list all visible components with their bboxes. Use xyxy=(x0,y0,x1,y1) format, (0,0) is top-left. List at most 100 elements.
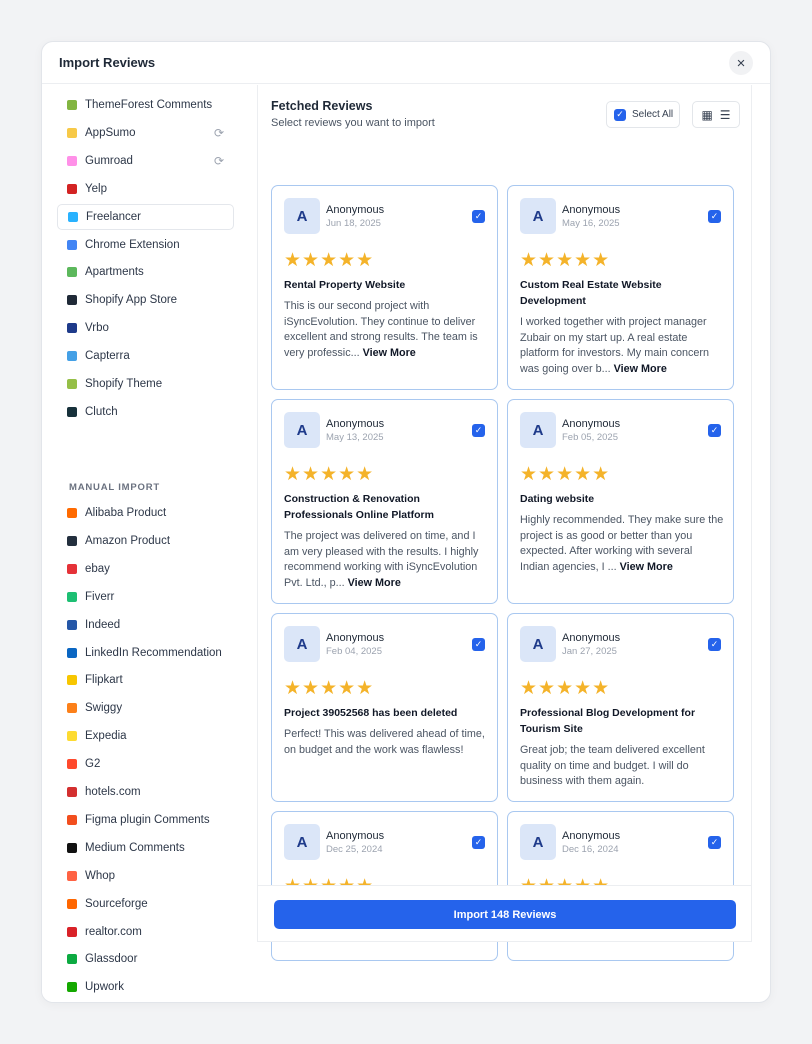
review-select-checkbox[interactable]: ✓ xyxy=(472,210,485,223)
import-reviews-button[interactable]: Import 148 Reviews xyxy=(274,900,736,929)
sidebar-item-indeed[interactable]: Indeed xyxy=(57,612,234,638)
review-body: The project was delivered on time, and I… xyxy=(284,529,488,591)
review-select-checkbox[interactable]: ✓ xyxy=(472,424,485,437)
sidebar-item-label: Capterra xyxy=(85,350,130,363)
sidebar-item-ebay[interactable]: ebay xyxy=(57,556,234,582)
close-button[interactable]: × xyxy=(729,51,753,75)
sidebar-item-linkedin-recommendation[interactable]: LinkedIn Recommendation xyxy=(57,640,234,666)
view-more-link[interactable]: View More xyxy=(363,347,416,359)
view-more-link[interactable]: View More xyxy=(614,363,667,375)
review-card[interactable]: A Anonymous Jun 18, 2025 ✓ ★★★★★ Rental Prope… xyxy=(271,185,498,390)
avatar: A xyxy=(520,626,556,662)
review-date: Jan 27, 2025 xyxy=(562,646,617,657)
sidebar-item-upwork[interactable]: Upwork xyxy=(57,974,234,1000)
sidebar-item-label: Expedia xyxy=(85,730,127,743)
review-date: Feb 05, 2025 xyxy=(562,432,618,443)
sidebar-item-themeforest-comments[interactable]: ThemeForest Comments xyxy=(57,92,234,118)
manual-import-heading: MANUAL IMPORT xyxy=(69,482,160,493)
sidebar-item-label: AppSumo xyxy=(85,126,136,139)
select-all-button[interactable]: ✓ Select All xyxy=(606,101,680,128)
sidebar-item-label: ThemeForest Comments xyxy=(85,99,213,111)
review-author: Anonymous xyxy=(562,830,621,842)
sourceforge-icon xyxy=(67,898,77,909)
sidebar-item-realtor-com[interactable]: realtor.com xyxy=(57,919,234,945)
avatar: A xyxy=(284,412,320,448)
list-view-icon[interactable]: ☰ xyxy=(720,109,731,121)
sidebar-item-amazon-product[interactable]: Amazon Product xyxy=(57,528,234,554)
review-body: This is our second project with iSyncEvo… xyxy=(284,299,488,361)
hotels-icon xyxy=(67,787,77,797)
sidebar-item-label: Flipkart xyxy=(85,674,123,687)
sidebar-item-fiverr[interactable]: Fiverr xyxy=(57,584,234,610)
sidebar-item-figma-plugin-comments[interactable]: Figma plugin Comments xyxy=(57,807,234,833)
review-date: May 16, 2025 xyxy=(562,218,620,229)
sidebar-item-swiggy[interactable]: Swiggy xyxy=(57,695,234,721)
modal-header: Import Reviews × xyxy=(42,42,770,84)
sidebar-item-capterra[interactable]: Capterra xyxy=(57,343,234,369)
check-icon: ✓ xyxy=(614,108,626,121)
sync-icon[interactable]: ⟳ xyxy=(214,154,224,168)
grid-view-icon[interactable]: ▦ xyxy=(701,109,712,121)
sidebar-item-whop[interactable]: Whop xyxy=(57,863,234,889)
linkedin-icon xyxy=(67,647,77,658)
sidebar-item-shopify-app-store[interactable]: Shopify App Store xyxy=(57,287,234,313)
sidebar-item-expedia[interactable]: Expedia xyxy=(57,723,234,749)
clutch-icon xyxy=(67,406,77,417)
sidebar-item-clutch[interactable]: Clutch xyxy=(57,399,234,425)
sidebar-item-chrome-extension[interactable]: Chrome Extension xyxy=(57,232,234,258)
sidebar-item-medium-comments[interactable]: Medium Comments xyxy=(57,835,234,861)
expedia-icon xyxy=(67,731,77,742)
review-title: Dating website xyxy=(520,493,595,505)
sidebar-item-gumroad[interactable]: Gumroad ⟳ xyxy=(57,148,234,174)
gumroad-icon xyxy=(67,155,77,166)
medium-icon xyxy=(67,842,77,853)
sidebar-item-sourceforge[interactable]: Sourceforge xyxy=(57,891,234,917)
shopify-app-store-icon xyxy=(67,295,77,306)
sidebar-item-shopify-theme[interactable]: Shopify Theme xyxy=(57,371,234,397)
review-select-checkbox[interactable]: ✓ xyxy=(472,836,485,849)
review-select-checkbox[interactable]: ✓ xyxy=(708,210,721,223)
review-body: Great job; the team delivered excellent … xyxy=(520,743,724,790)
sidebar-item-hotels-com[interactable]: hotels.com xyxy=(57,779,234,805)
sidebar-item-label: Indeed xyxy=(85,618,121,631)
sidebar-item-label: Gumroad xyxy=(85,154,133,167)
review-title: Rental Property Website xyxy=(284,279,406,291)
review-date: Dec 25, 2024 xyxy=(326,844,383,855)
review-title: Construction & Renovation Professionals … xyxy=(284,493,434,521)
view-more-link[interactable]: View More xyxy=(620,561,673,573)
sidebar-item-g2[interactable]: G2 xyxy=(57,751,234,777)
sidebar-item-apartments[interactable]: Apartments xyxy=(57,259,234,285)
glassdoor-icon xyxy=(67,954,77,965)
review-card[interactable]: A Anonymous Feb 05, 2025 ✓ ★★★★★ Dating websi… xyxy=(507,399,734,604)
sidebar-item-yelp[interactable]: Yelp xyxy=(57,176,234,202)
sync-icon[interactable]: ⟳ xyxy=(214,126,224,140)
sidebar-item-label: Alibaba Product xyxy=(85,507,167,519)
sidebar-item-flipkart[interactable]: Flipkart xyxy=(57,667,234,693)
avatar: A xyxy=(520,824,556,860)
review-author: Anonymous xyxy=(326,632,385,644)
ebay-icon xyxy=(67,563,77,574)
review-select-checkbox[interactable]: ✓ xyxy=(708,424,721,437)
avatar: A xyxy=(284,198,320,234)
review-card[interactable]: A Anonymous May 13, 2025 ✓ ★★★★★ Construction… xyxy=(271,399,498,604)
review-select-checkbox[interactable]: ✓ xyxy=(708,638,721,651)
review-card[interactable]: A Anonymous Jan 27, 2025 ✓ ★★★★★ Professional… xyxy=(507,613,734,802)
sidebar-item-label: Amazon Product xyxy=(85,534,171,547)
amazon-icon xyxy=(67,535,77,546)
review-text: Great job; the team delivered excellent … xyxy=(520,744,705,787)
view-toggle: ▦ ☰ xyxy=(692,101,740,128)
sidebar-item-freelancer[interactable]: Freelancer xyxy=(57,203,234,230)
sidebar-item-label: Apartments xyxy=(85,266,144,279)
review-date: May 13, 2025 xyxy=(326,432,384,443)
sidebar-item-appsumo[interactable]: AppSumo ⟳ xyxy=(57,120,234,146)
view-more-link[interactable]: View More xyxy=(348,577,401,589)
review-text: Perfect! This was delivered ahead of tim… xyxy=(284,728,485,756)
review-select-checkbox[interactable]: ✓ xyxy=(472,638,485,651)
review-select-checkbox[interactable]: ✓ xyxy=(708,836,721,849)
review-card[interactable]: A Anonymous May 16, 2025 ✓ ★★★★★ Custom Real … xyxy=(507,185,734,390)
sidebar-item-label: Shopify Theme xyxy=(85,378,163,390)
sidebar-item-glassdoor[interactable]: Glassdoor xyxy=(57,946,234,972)
review-card[interactable]: A Anonymous Feb 04, 2025 ✓ ★★★★★ Project 3905… xyxy=(271,613,498,802)
sidebar-item-alibaba-product[interactable]: Alibaba Product xyxy=(57,500,234,526)
sidebar-item-vrbo[interactable]: Vrbo xyxy=(57,315,234,341)
